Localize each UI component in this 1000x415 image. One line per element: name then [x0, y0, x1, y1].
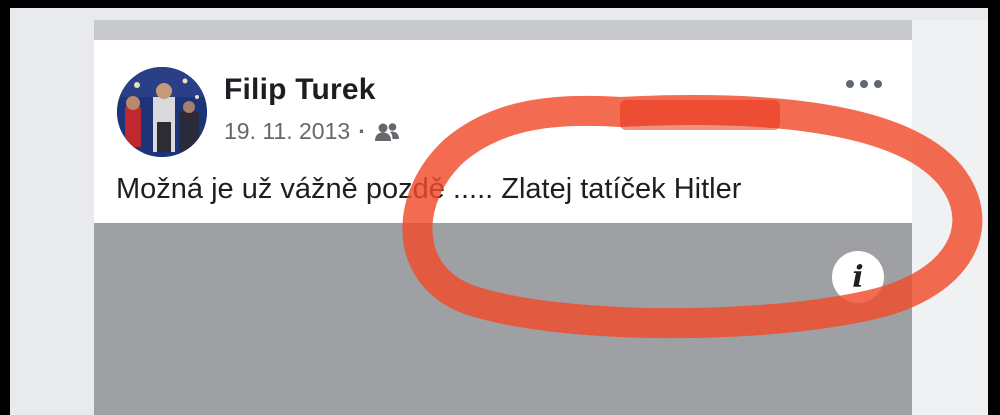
background-strip	[912, 20, 988, 415]
post-date[interactable]: 19. 11. 2013	[224, 118, 350, 145]
post-text: Možná je už vážně pozdě ..... Zlatej tat…	[116, 173, 742, 205]
avatar[interactable]	[117, 67, 207, 157]
post-meta: 19. 11. 2013 ·	[224, 118, 400, 145]
author-name[interactable]: Filip Turek	[224, 73, 376, 107]
meta-separator: ·	[358, 118, 366, 144]
post-media[interactable]: i	[94, 223, 912, 415]
more-dot	[846, 80, 854, 88]
post-card: Filip Turek 19. 11. 2013 · Možná je už v…	[94, 40, 912, 415]
phone-screen: Filip Turek 19. 11. 2013 · Možná je už v…	[10, 8, 988, 415]
previous-card-edge	[94, 20, 912, 40]
avatar-photo	[117, 67, 207, 157]
friends-icon[interactable]	[374, 122, 400, 142]
info-icon[interactable]: i	[832, 251, 884, 303]
more-options-icon[interactable]	[840, 74, 888, 94]
more-dot	[860, 80, 868, 88]
more-dot	[874, 80, 882, 88]
